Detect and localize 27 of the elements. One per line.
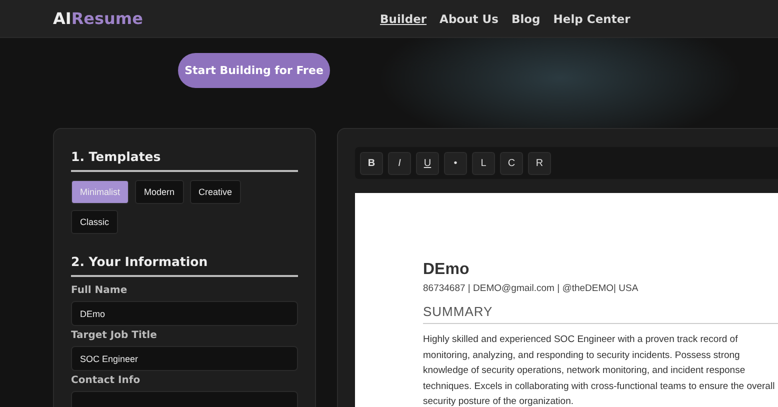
section-heading: 2. Your Information — [71, 254, 298, 277]
format-button[interactable]: L — [472, 152, 495, 174]
format-button[interactable]: C — [500, 152, 523, 174]
format-button[interactable]: B — [360, 152, 383, 174]
template-button[interactable]: Classic — [71, 210, 118, 234]
logo: AIResume — [53, 9, 144, 28]
input-field[interactable]: DEmo — [71, 301, 298, 326]
resume-contact: 86734687 | DEMO@gmail.com | @theDEMO| USA — [423, 283, 640, 294]
resume-section-title: SUMMARY — [423, 304, 778, 324]
start-building-button[interactable]: Start Building for Free — [178, 53, 330, 88]
format-button[interactable]: I — [388, 152, 411, 174]
input-field[interactable]: SOC Engineer — [71, 346, 298, 371]
field-label: Target Job Title — [71, 330, 158, 341]
field-label: Contact Info — [71, 375, 142, 386]
template-button[interactable]: Creative — [190, 180, 242, 204]
nav-link[interactable]: Blog — [511, 12, 540, 26]
template-button[interactable]: Modern — [135, 180, 184, 204]
section-heading: 1. Templates — [71, 149, 298, 172]
nav-link[interactable]: Builder — [380, 12, 427, 26]
field-label: Full Name — [71, 285, 128, 296]
nav-link[interactable]: About Us — [440, 12, 498, 26]
summary-text: Highly skilled and experienced SOC Engineer with a proven track record of monitoring, analyzing, and responding to security incidents. Possess strong knowledge of security operations, network monitoring, and incident response techniques. Excels in collaborating with cross-functional teams to ensure the overall security posture of the organization. — [423, 333, 776, 407]
format-button[interactable]: R — [528, 152, 551, 174]
format-button[interactable]: U — [416, 152, 439, 174]
resume-name: DEmo — [423, 261, 470, 279]
nav-link[interactable]: Help Center — [553, 12, 630, 26]
format-button[interactable]: • — [444, 152, 467, 174]
